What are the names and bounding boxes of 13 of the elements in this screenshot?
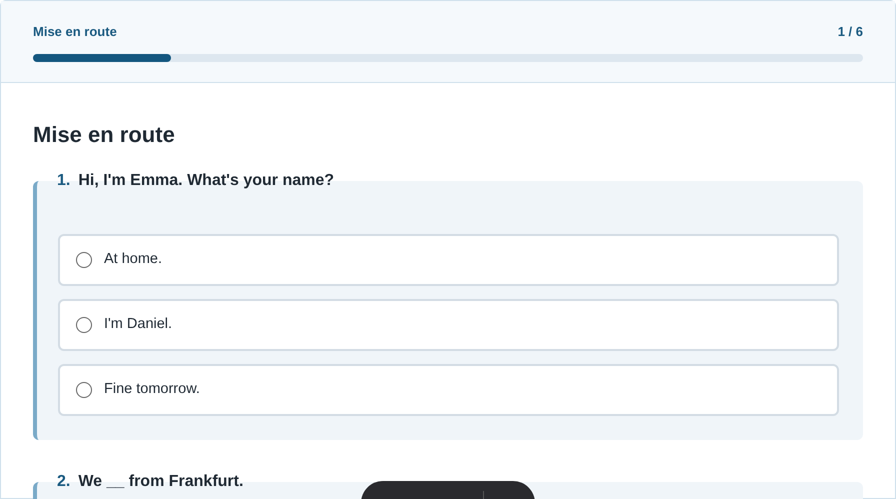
question-text: We __ from Frankfurt.	[78, 472, 244, 492]
answer-option[interactable]: Fine tomorrow.	[58, 364, 839, 416]
question-text: Hi, I'm Emma. What's your name?	[78, 170, 334, 190]
radio-button[interactable]	[76, 252, 92, 268]
header-title: Mise en route	[33, 23, 117, 41]
section-title: Mise en route	[33, 120, 176, 148]
question-number: 2.	[57, 472, 70, 492]
radio-button[interactable]	[76, 316, 92, 332]
question-number: 1.	[57, 170, 70, 190]
progress-counter: 1 / 6	[838, 23, 863, 41]
answer-option[interactable]: I'm Daniel.	[58, 298, 839, 350]
radio-button[interactable]	[76, 382, 92, 398]
answer-option[interactable]: At home.	[58, 234, 839, 286]
